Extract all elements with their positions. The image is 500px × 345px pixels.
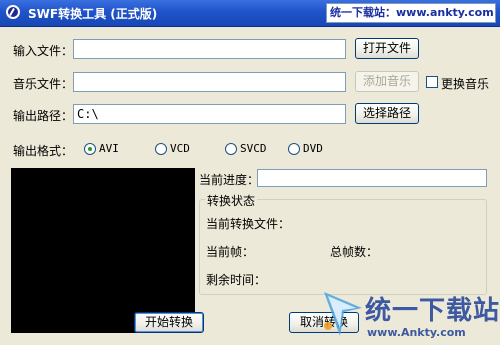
format-svcd-label: SVCD [240, 142, 267, 155]
progress-label: 当前进度： [199, 173, 260, 187]
watermark-logo-icon [324, 292, 362, 336]
format-dvd-label: DVD [303, 142, 323, 155]
total-frames-label: 总帧数： [330, 245, 379, 259]
watermark-banner: 统一下载站：www.ankty.com [326, 3, 496, 23]
add-music-button[interactable]: 添加音乐 [355, 71, 419, 92]
format-radio-dvd[interactable] [288, 143, 300, 155]
window-title: SWF转换工具 (正式版) [28, 7, 158, 21]
remaining-time-label: 剩余时间： [206, 273, 267, 287]
input-file-field[interactable] [73, 39, 346, 59]
music-file-field[interactable] [73, 72, 346, 92]
preview-area [11, 168, 195, 333]
format-radio-svcd[interactable] [225, 143, 237, 155]
output-path-label: 输出路径： [13, 109, 74, 123]
current-frame-label: 当前帧： [206, 245, 255, 259]
change-music-label: 更换音乐 [441, 77, 490, 91]
open-file-button[interactable]: 打开文件 [355, 38, 419, 59]
change-music-checkbox[interactable] [426, 76, 438, 88]
format-radio-avi[interactable] [84, 143, 96, 155]
input-file-label: 输入文件： [13, 44, 74, 58]
current-file-label: 当前转换文件： [206, 217, 291, 231]
select-path-button[interactable]: 选择路径 [355, 103, 419, 124]
output-path-field[interactable]: C:\ [73, 104, 346, 124]
music-file-label: 音乐文件： [13, 77, 74, 91]
format-avi-label: AVI [99, 142, 119, 155]
format-radio-vcd[interactable] [155, 143, 167, 155]
watermark-logo-text: 统一下载站 [365, 296, 500, 326]
progress-bar [257, 169, 487, 187]
watermark-logo-url: www.Ankty.com [367, 326, 466, 339]
start-convert-button[interactable]: 开始转换 [134, 312, 204, 333]
format-vcd-label: VCD [170, 142, 190, 155]
app-icon [6, 5, 20, 19]
title-bar: SWF转换工具 (正式版) 统一下载站：www.ankty.com [0, 0, 500, 27]
status-group-title: 转换状态 [205, 192, 258, 209]
output-format-label: 输出格式： [13, 144, 74, 158]
